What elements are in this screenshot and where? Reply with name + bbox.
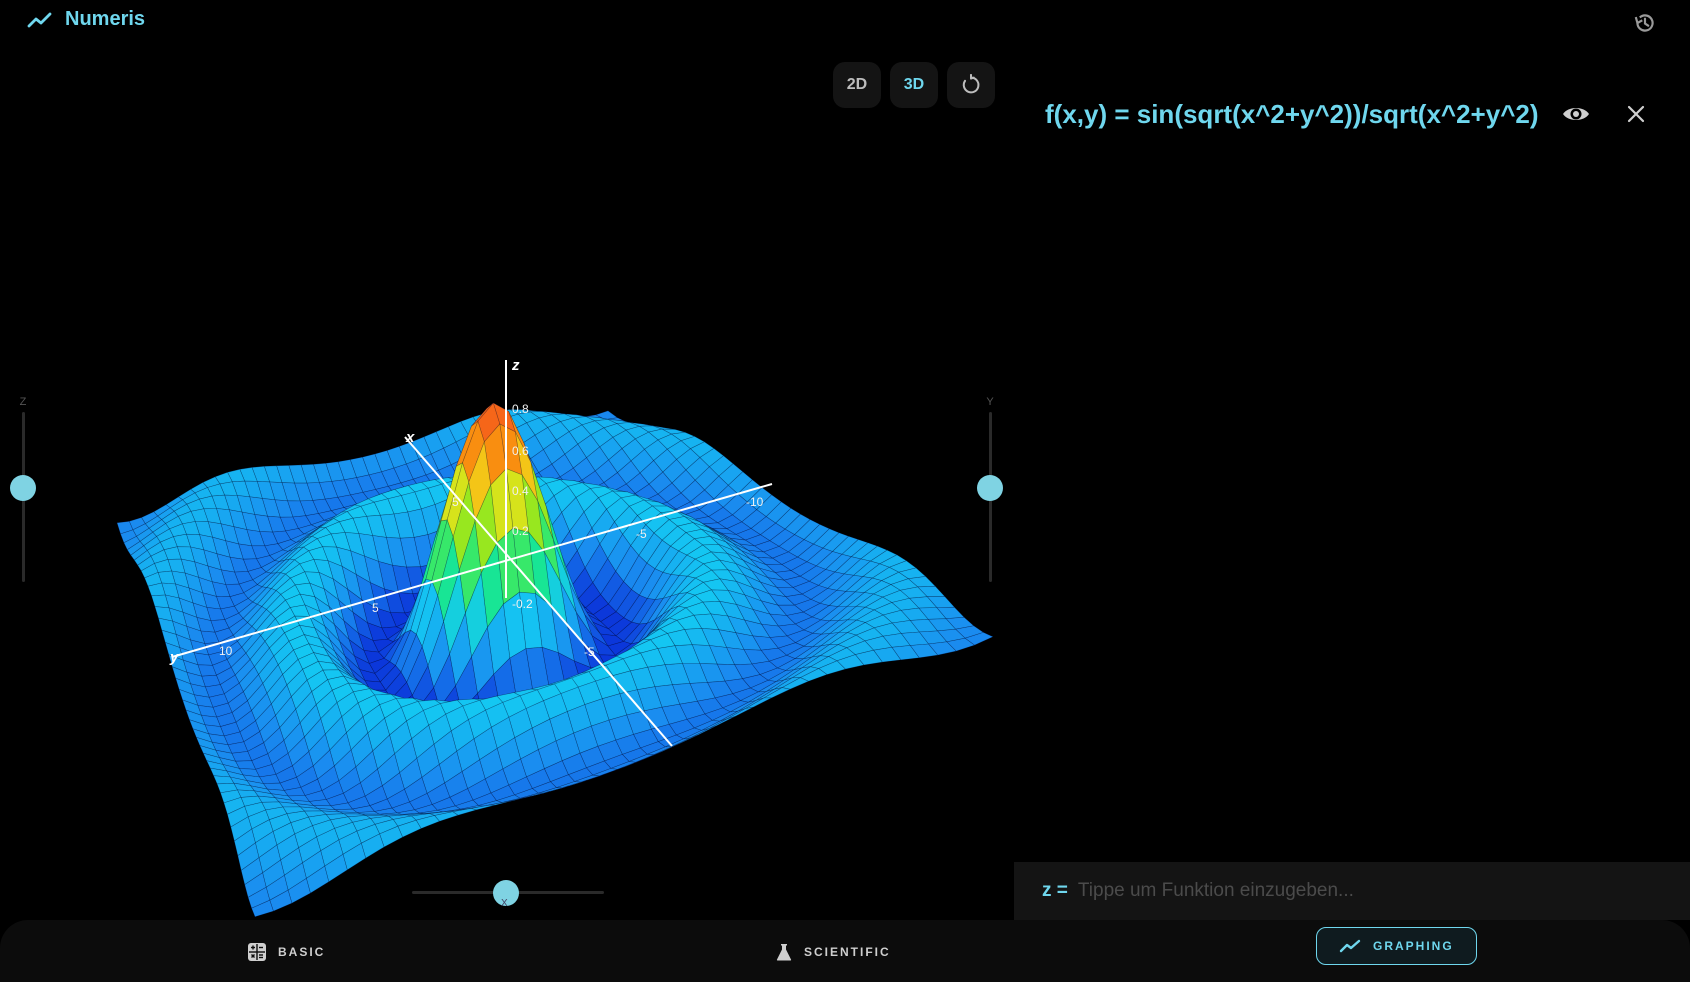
- y-tick-label: 10: [219, 644, 233, 658]
- z-axis-label: z: [511, 357, 520, 374]
- y-rotation-slider[interactable]: Y: [977, 396, 1003, 586]
- input-prefix: z =: [1042, 880, 1068, 901]
- calculator-icon: [248, 943, 266, 961]
- y-tick-label: -10: [746, 495, 764, 509]
- trend-line-icon: [27, 12, 52, 27]
- close-icon: [1627, 105, 1645, 123]
- history-icon: [1634, 14, 1654, 32]
- nav-graphing-label: GRAPHING: [1373, 939, 1454, 953]
- eye-icon: [1563, 108, 1589, 120]
- function-input-bar: z =: [1014, 862, 1690, 920]
- nav-graphing[interactable]: GRAPHING: [1316, 927, 1477, 965]
- nav-scientific-label: SCIENTIFIC: [804, 945, 891, 959]
- z-tick-label: 0.6: [512, 444, 529, 458]
- z-slider-label: Z: [19, 396, 27, 408]
- nav-basic[interactable]: BASIC: [248, 934, 325, 970]
- y-slider-label: Y: [986, 396, 994, 408]
- slider-thumb[interactable]: [10, 475, 36, 501]
- slider-thumb[interactable]: [977, 475, 1003, 501]
- x-axis-label: x: [405, 429, 415, 446]
- function-input[interactable]: [1075, 879, 1640, 903]
- x-tick-label: 5: [452, 495, 459, 509]
- function-label[interactable]: f(x,y) = sin(sqrt(x^2+y^2))/sqrt(x^2+y^2…: [1045, 99, 1540, 130]
- z-rotation-slider[interactable]: Z: [10, 396, 36, 586]
- z-tick-label: -0.2: [512, 597, 533, 611]
- history-button[interactable]: [1628, 6, 1662, 40]
- x-slider-label: X: [501, 898, 508, 909]
- nav-basic-label: BASIC: [278, 945, 326, 959]
- trend-line-icon: [1339, 939, 1361, 953]
- y-axis-label: y: [169, 649, 179, 666]
- z-tick-label: 0.4: [512, 484, 529, 498]
- x-rotation-slider[interactable]: X: [412, 880, 604, 910]
- app-brand: Numeris: [27, 8, 145, 31]
- nav-scientific[interactable]: SCIENTIFIC: [776, 934, 891, 970]
- surface-plot-3d[interactable]: x y z 5 -5 10 5 -5 -10 0.8 0.6 0.4 0.2 -…: [0, 40, 1015, 920]
- surface-mesh: [116, 402, 994, 918]
- z-tick-label: 0.8: [512, 402, 529, 416]
- bottom-navigation: BASIC SCIENTIFIC GRAPHING: [0, 920, 1690, 982]
- y-tick-label: -5: [636, 527, 647, 541]
- remove-function-button[interactable]: [1616, 94, 1656, 134]
- toggle-visibility-button[interactable]: [1556, 94, 1596, 134]
- z-tick-label: 0.2: [512, 524, 529, 538]
- flask-icon: [776, 944, 792, 961]
- y-tick-label: 5: [372, 601, 379, 615]
- x-tick-label: -5: [584, 645, 595, 659]
- function-entry[interactable]: f(x,y) = sin(sqrt(x^2+y^2))/sqrt(x^2+y^2…: [1045, 92, 1665, 136]
- app-title: Numeris: [65, 8, 146, 30]
